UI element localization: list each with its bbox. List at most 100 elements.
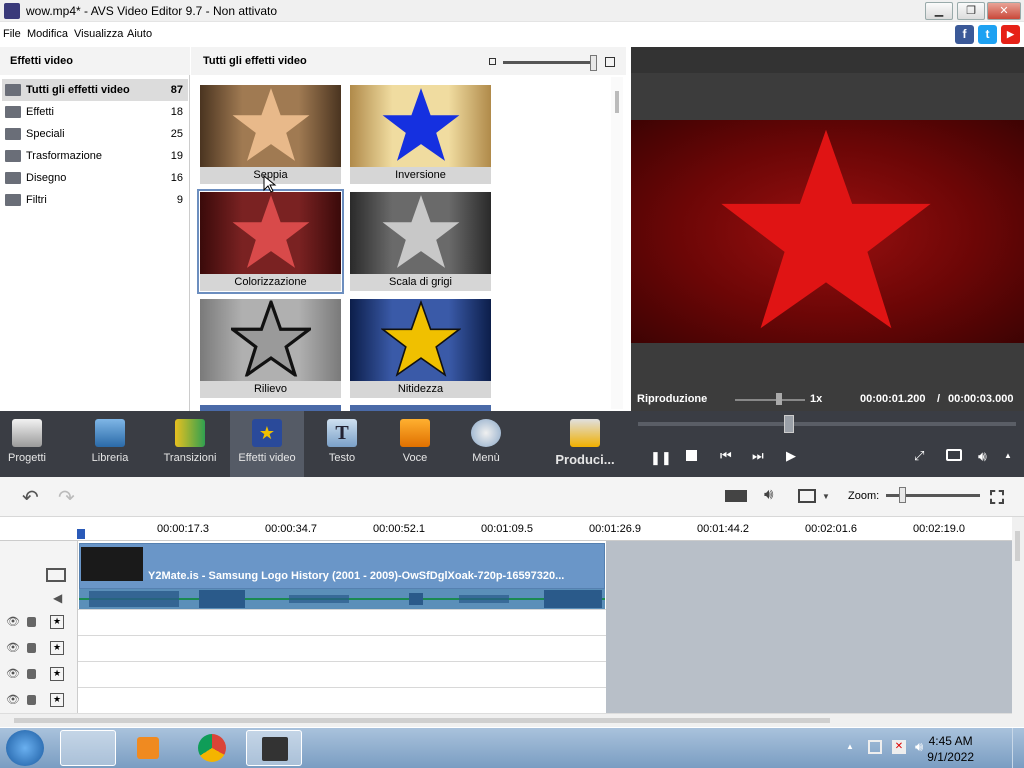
next-frame-button[interactable]: ⏭ <box>752 448 764 464</box>
lock-icon[interactable] <box>27 617 36 627</box>
zoom-slider-handle[interactable] <box>899 487 906 503</box>
grid-scrollbar[interactable] <box>611 77 623 409</box>
effect-tile-colorizzazione[interactable]: Colorizzazione <box>197 189 344 294</box>
small-thumb-icon[interactable] <box>489 58 496 65</box>
video-preview <box>631 120 1024 343</box>
fullscreen-icon[interactable]: ⤢ <box>914 448 924 464</box>
media-player-taskbar-icon[interactable] <box>120 730 176 766</box>
action-center-icon[interactable]: ✕ <box>892 740 906 754</box>
effect-tile-rilievo[interactable]: Rilievo <box>200 299 341 398</box>
category-trasformazione[interactable]: Trasformazione 19 <box>2 145 188 167</box>
microphone-icon <box>400 419 430 447</box>
audio-track-icon[interactable]: ◀ <box>53 591 62 605</box>
toolbar-progetti[interactable]: Progetti <box>0 411 62 477</box>
start-button[interactable] <box>6 730 44 766</box>
timeline-toolbar: ↶ ↷ 🔊︎ ▼ Zoom: <box>0 477 1024 517</box>
window-title: wow.mp4* - AVS Video Editor 9.7 - Non at… <box>26 4 278 18</box>
effect-tile-nitidezza[interactable]: Nitidezza <box>350 299 491 398</box>
large-thumb-icon[interactable] <box>605 57 615 67</box>
close-button[interactable]: ✕ <box>987 2 1021 20</box>
audio-settings-icon[interactable]: 🔊︎ <box>764 486 773 503</box>
category-effetti[interactable]: Effetti 18 <box>2 101 188 123</box>
volume-tray-icon[interactable]: 🔊︎ <box>915 739 923 755</box>
seek-bar[interactable] <box>638 422 1016 426</box>
chevron-down-icon[interactable]: ▼ <box>822 492 830 501</box>
seek-handle[interactable] <box>784 415 794 433</box>
audio-waveform[interactable] <box>79 589 605 609</box>
toolbar-testo[interactable]: T Testo <box>307 411 377 477</box>
toolbar-menu[interactable]: Menù <box>451 411 521 477</box>
eye-icon[interactable]: 👁︎ <box>6 641 20 654</box>
chrome-taskbar-icon[interactable] <box>184 730 240 766</box>
toolbar-label: Testo <box>328 452 356 464</box>
video-clip[interactable]: Y2Mate.is - Samsung Logo History (2001 -… <box>79 543 605 589</box>
timeline-empty-area[interactable] <box>606 541 1012 713</box>
split-icon[interactable] <box>725 490 747 502</box>
speed-slider-handle[interactable] <box>776 393 782 405</box>
lock-icon[interactable] <box>27 669 36 679</box>
text-icon: T <box>327 419 357 447</box>
effect-tile-inversione[interactable]: Inversione <box>350 85 491 184</box>
avs-taskbar-icon[interactable] <box>246 730 302 766</box>
menu-visualizza[interactable]: Visualizza <box>74 28 123 40</box>
show-desktop-button[interactable] <box>1012 728 1024 768</box>
timeline-vertical-scrollbar[interactable] <box>1012 517 1024 727</box>
timeline-horizontal-scrollbar[interactable] <box>0 713 1012 727</box>
pause-button[interactable]: ❚❚ <box>650 450 672 466</box>
menu-file[interactable]: File <box>3 28 21 40</box>
eye-icon[interactable]: 👁︎ <box>6 693 20 706</box>
speed-slider[interactable] <box>735 399 805 401</box>
category-disegno[interactable]: Disegno 16 <box>2 167 188 189</box>
lock-icon[interactable] <box>27 695 36 705</box>
windows-taskbar: ▲ ✕ 🔊︎ 4:45 AM 9/1/2022 <box>0 728 1024 768</box>
system-clock[interactable]: 4:45 AM 9/1/2022 <box>927 733 974 765</box>
facebook-icon[interactable]: f <box>955 25 974 44</box>
fit-timeline-icon[interactable] <box>990 490 1004 504</box>
stop-button[interactable] <box>686 450 697 461</box>
clock-time: 4:45 AM <box>928 734 973 748</box>
playhead-marker[interactable] <box>77 529 85 539</box>
scrollbar-thumb[interactable] <box>615 91 619 113</box>
timeline-tracks[interactable]: ◀ 👁︎ ★ 👁︎ ★ 👁︎ ★ 👁︎ ★ Y2Mate.is - Samsun… <box>0 541 1012 713</box>
menu-aiuto[interactable]: Aiuto <box>127 28 152 40</box>
toolbar-effetti-video[interactable]: ★ Effetti video <box>230 411 304 477</box>
tray-chevron-icon[interactable]: ▲ <box>846 742 854 751</box>
category-all-effects[interactable]: Tutti gli effetti video 87 <box>2 79 188 101</box>
loop-button[interactable]: ▶ <box>786 448 796 464</box>
grid-title: Tutti gli effetti video <box>203 55 307 67</box>
thumb-size-slider[interactable] <box>503 61 593 64</box>
toolbar-voce[interactable]: Voce <box>380 411 450 477</box>
youtube-icon[interactable]: ▶ <box>1001 25 1020 44</box>
slider-handle[interactable] <box>590 55 597 71</box>
snapshot-icon[interactable] <box>946 449 962 461</box>
category-speciali[interactable]: Speciali 25 <box>2 123 188 145</box>
effect-tile-scala-di-grigi[interactable]: Scala di grigi <box>350 192 491 291</box>
toolbar-produci[interactable]: Produci... <box>547 411 623 477</box>
category-count: 87 <box>170 84 183 96</box>
eye-icon[interactable]: 👁︎ <box>6 615 20 628</box>
undo-icon[interactable]: ↶ <box>22 485 39 510</box>
menu-modifica[interactable]: Modifica <box>27 28 68 40</box>
toolbar-libreria[interactable]: Libreria <box>75 411 145 477</box>
volume-chevron-icon[interactable]: ▲ <box>1004 451 1012 460</box>
redo-icon[interactable]: ↷ <box>58 485 75 510</box>
ruler-tick: 00:00:17.3 <box>157 523 209 535</box>
monitor-icon[interactable] <box>798 489 816 503</box>
minimize-button[interactable]: ▁ <box>925 2 953 20</box>
network-icon[interactable] <box>868 740 882 754</box>
category-filtri[interactable]: Filtri 9 <box>2 189 188 211</box>
effect-tile-seppia[interactable]: Seppia <box>200 85 341 184</box>
volume-icon[interactable]: 🔊︎ <box>978 448 987 465</box>
scrollbar-thumb[interactable] <box>1015 531 1020 561</box>
scrollbar-thumb[interactable] <box>14 718 830 723</box>
timeline-ruler[interactable]: 00:00:17.3 00:00:34.7 00:00:52.1 00:01:0… <box>0 517 1024 541</box>
previous-frame-button[interactable]: ⏮ <box>720 448 732 464</box>
explorer-taskbar-icon[interactable] <box>60 730 116 766</box>
twitter-icon[interactable]: t <box>978 25 997 44</box>
maximize-button[interactable]: ❐ <box>957 2 985 20</box>
lock-icon[interactable] <box>27 643 36 653</box>
effect-thumbnail <box>200 192 341 274</box>
toolbar-transizioni[interactable]: Transizioni <box>155 411 225 477</box>
eye-icon[interactable]: 👁︎ <box>6 667 20 680</box>
category-count: 25 <box>170 128 183 140</box>
